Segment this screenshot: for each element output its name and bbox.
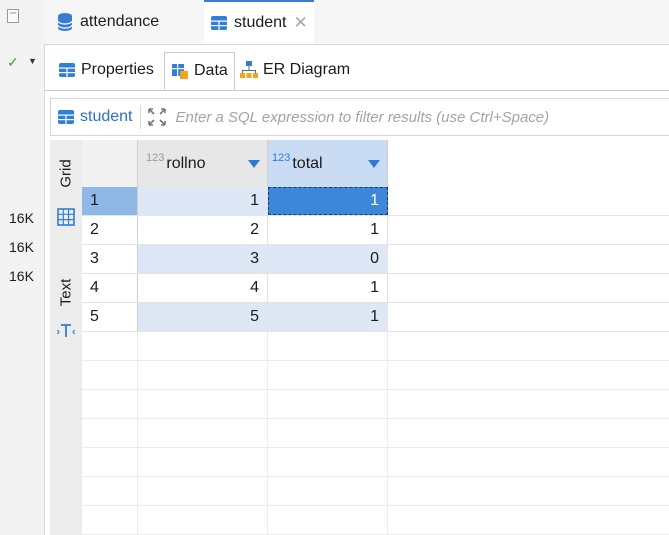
table-row[interactable]: 4 4 1 <box>82 274 669 303</box>
size-label: 16K <box>9 268 34 284</box>
tab-data[interactable]: Data <box>164 52 235 90</box>
tab-properties[interactable]: Properties <box>52 52 160 88</box>
chevron-down-icon[interactable]: ▼ <box>28 56 37 66</box>
column-name: rollno <box>166 154 206 172</box>
empty-cell <box>138 506 268 534</box>
result-grid: 123 rollno 123 total 1 1 1 2 2 1 3 3 0 4… <box>82 140 669 535</box>
cell-rollno[interactable]: 1 <box>138 187 268 215</box>
empty-cell <box>82 390 138 418</box>
table-row[interactable]: 1 1 1 <box>82 187 669 216</box>
tab-grid[interactable]: Grid <box>50 148 82 198</box>
editor-tab-bar: attendance student ✕ <box>44 0 669 45</box>
empty-cell <box>138 419 268 447</box>
database-icon <box>57 13 73 31</box>
left-strip: ✓ ▼ 16K 16K 16K <box>0 0 45 535</box>
empty-cell <box>268 419 388 447</box>
sort-arrow-icon[interactable] <box>248 160 260 168</box>
table-icon <box>211 16 227 30</box>
column-header-total[interactable]: 123 total <box>268 140 388 187</box>
number-type-icon: 123 <box>272 151 291 164</box>
divider <box>140 105 142 129</box>
cell-total[interactable]: 0 <box>268 245 388 273</box>
cell-rollno[interactable]: 5 <box>138 303 268 331</box>
cell-total[interactable]: 1 <box>268 216 388 244</box>
tab-attendance[interactable]: attendance <box>56 0 159 44</box>
close-icon[interactable]: ✕ <box>293 13 307 33</box>
empty-cell <box>138 332 268 360</box>
data-icon <box>172 64 188 79</box>
tab-label: Text <box>57 278 75 306</box>
filter-entity[interactable]: student <box>57 108 132 126</box>
row-number: 4 <box>82 274 138 302</box>
filter-entity-label: student <box>80 108 133 125</box>
empty-cell <box>138 448 268 476</box>
text-icon[interactable] <box>50 320 82 342</box>
panel-toggle-icon[interactable] <box>7 9 19 23</box>
empty-cell <box>268 506 388 534</box>
column-name: total <box>292 154 323 172</box>
row-number: 1 <box>82 187 138 215</box>
table-row[interactable]: 5 5 1 <box>82 303 669 332</box>
divider <box>44 90 669 91</box>
tab-text[interactable]: Text <box>50 266 82 318</box>
empty-cell <box>82 419 138 447</box>
empty-cell <box>138 477 268 505</box>
filter-input[interactable]: Enter a SQL expression to filter results… <box>175 109 549 126</box>
cell-rollno[interactable]: 3 <box>138 245 268 273</box>
row-number: 2 <box>82 216 138 244</box>
editor-sub-tabs: Properties Data ER Diagram <box>44 52 669 90</box>
size-label: 16K <box>9 210 34 226</box>
er-diagram-icon <box>240 61 258 78</box>
cell-total[interactable]: 1 <box>268 274 388 302</box>
tab-label: Data <box>194 62 228 79</box>
empty-cell <box>268 477 388 505</box>
size-label: 16K <box>9 239 34 255</box>
empty-row <box>82 448 669 477</box>
tab-label: Grid <box>57 158 75 188</box>
empty-cell <box>268 361 388 389</box>
row-number: 3 <box>82 245 138 273</box>
cell-total[interactable]: 1 <box>268 303 388 331</box>
empty-cell <box>138 361 268 389</box>
empty-row <box>82 477 669 506</box>
empty-cell <box>82 361 138 389</box>
empty-cell <box>268 448 388 476</box>
empty-cell <box>82 332 138 360</box>
empty-cell <box>138 390 268 418</box>
sort-arrow-icon[interactable] <box>368 160 380 168</box>
empty-row <box>82 390 669 419</box>
table-row[interactable]: 3 3 0 <box>82 245 669 274</box>
tab-er-diagram[interactable]: ER Diagram <box>234 52 356 88</box>
row-number: 5 <box>82 303 138 331</box>
tab-label: attendance <box>80 13 160 30</box>
tab-label: ER Diagram <box>263 61 351 78</box>
expand-icon[interactable] <box>145 105 169 129</box>
tab-label: student <box>234 14 287 31</box>
empty-cell <box>82 448 138 476</box>
tab-label: Properties <box>81 61 154 78</box>
empty-cell <box>82 506 138 534</box>
panel-switcher: Grid Text <box>50 140 83 535</box>
empty-cell <box>82 477 138 505</box>
filter-bar: student Enter a SQL expression to filter… <box>50 98 669 136</box>
empty-row <box>82 419 669 448</box>
empty-cell <box>268 390 388 418</box>
empty-row <box>82 361 669 390</box>
empty-row <box>82 506 669 535</box>
empty-row <box>82 332 669 361</box>
tab-student[interactable]: student ✕ <box>204 0 314 44</box>
cell-total[interactable]: 1 <box>268 187 388 215</box>
cell-rollno[interactable]: 2 <box>138 216 268 244</box>
column-header-rollno[interactable]: 123 rollno <box>138 140 268 187</box>
table-row[interactable]: 2 2 1 <box>82 216 669 245</box>
number-type-icon: 123 <box>146 151 165 164</box>
grid-icon[interactable] <box>50 204 82 230</box>
table-icon <box>58 110 74 124</box>
row-number-header[interactable] <box>82 140 138 187</box>
transaction-check-icon[interactable]: ✓ <box>7 54 19 71</box>
empty-cell <box>268 332 388 360</box>
table-icon <box>59 63 75 77</box>
cell-rollno[interactable]: 4 <box>138 274 268 302</box>
